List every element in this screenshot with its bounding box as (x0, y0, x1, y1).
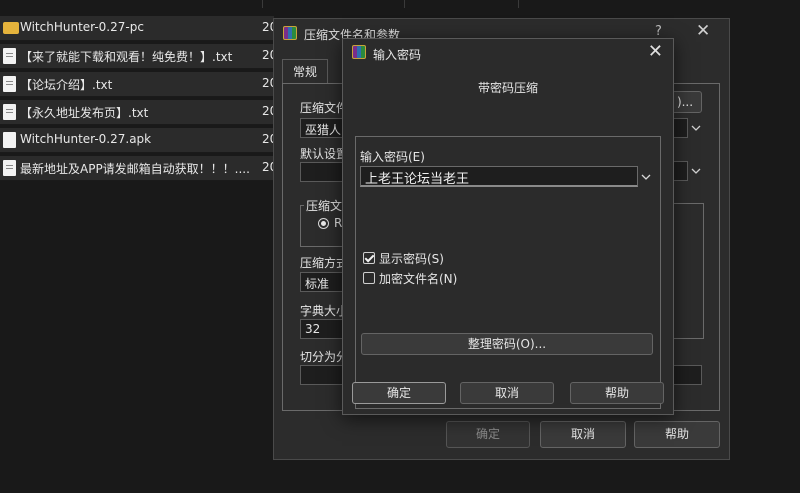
close-icon[interactable]: ✕ (648, 42, 663, 62)
file-name: WitchHunter-0.27-pc (20, 20, 144, 34)
cancel-button[interactable]: 取消 (540, 421, 626, 448)
file-row[interactable]: 最新地址及APP请发邮箱自动获取！！！.... (0, 156, 274, 181)
profiles-button[interactable] (300, 162, 348, 182)
apk-file-icon (3, 132, 16, 148)
dictionary-size-select[interactable]: 32 (300, 319, 346, 339)
column-header-type[interactable] (404, 0, 411, 8)
organize-passwords-button[interactable]: 整理密码(O)... (361, 333, 653, 355)
format-radio[interactable] (318, 218, 329, 229)
method-select[interactable]: 标准 (300, 272, 346, 292)
text-file-icon (3, 160, 16, 176)
encrypt-filenames-checkbox[interactable] (363, 272, 375, 284)
password-dialog: 输入密码 ✕ 带密码压缩 输入密码(E) 上老王论坛当老王 显示密码(S) 加密… (342, 38, 674, 415)
show-password-checkbox[interactable] (363, 252, 375, 264)
file-name: 最新地址及APP请发邮箱自动获取！！！.... (20, 162, 250, 176)
close-icon[interactable]: ✕ (696, 21, 710, 41)
password-input[interactable]: 上老王论坛当老王 (360, 166, 638, 187)
tab-general[interactable]: 常规 (282, 59, 328, 84)
text-file-icon (3, 48, 16, 64)
file-name: WitchHunter-0.27.apk (20, 132, 152, 146)
help-button[interactable]: 帮助 (634, 421, 720, 448)
column-header-date[interactable] (262, 0, 269, 8)
default-settings-label: 默认设置 (300, 147, 349, 161)
split-volumes-label: 切分为分 (300, 350, 349, 364)
dialog-heading: 带密码压缩 (477, 81, 538, 95)
ok-button[interactable]: 确定 (446, 421, 530, 448)
format-group-label: 压缩文 (304, 197, 345, 214)
file-row[interactable]: 【永久地址发布页】.txt (0, 100, 274, 125)
file-row[interactable]: WitchHunter-0.27.apk (0, 128, 274, 153)
ok-button[interactable]: 确定 (352, 382, 446, 404)
encrypt-filenames-label: 加密文件名(N) (379, 272, 458, 286)
text-file-icon (3, 76, 16, 92)
winrar-icon (283, 26, 297, 40)
file-row[interactable]: 【来了就能下载和观看！纯免费！】.txt (0, 44, 274, 69)
password-label: 输入密码(E) (360, 150, 425, 164)
file-row[interactable]: WitchHunter-0.27-pc (0, 16, 274, 41)
split-volumes-field[interactable] (300, 365, 346, 385)
file-row[interactable]: 【论坛介绍】.txt (0, 72, 274, 97)
dictionary-size-label: 字典大小 (300, 304, 349, 318)
help-button[interactable]: 帮助 (570, 382, 664, 404)
show-password-label: 显示密码(S) (379, 252, 444, 266)
help-icon[interactable]: ? (655, 24, 662, 39)
cancel-button[interactable]: 取消 (460, 382, 554, 404)
method-label: 压缩方式 (300, 256, 349, 270)
file-name: 【来了就能下载和观看！纯免费！】.txt (20, 50, 233, 64)
archive-name-label: 压缩文件 (300, 101, 349, 115)
column-header-name[interactable] (14, 0, 20, 8)
chevron-down-icon[interactable] (691, 123, 701, 133)
chevron-down-icon[interactable] (641, 172, 651, 182)
text-file-icon (3, 104, 16, 120)
chevron-down-icon[interactable] (691, 166, 701, 176)
file-name: 【论坛介绍】.txt (20, 78, 113, 92)
column-header-size[interactable] (518, 0, 525, 8)
winrar-icon (352, 45, 366, 59)
dialog-title: 输入密码 (373, 48, 422, 62)
file-name: 【永久地址发布页】.txt (20, 106, 149, 120)
folder-icon (3, 22, 19, 34)
